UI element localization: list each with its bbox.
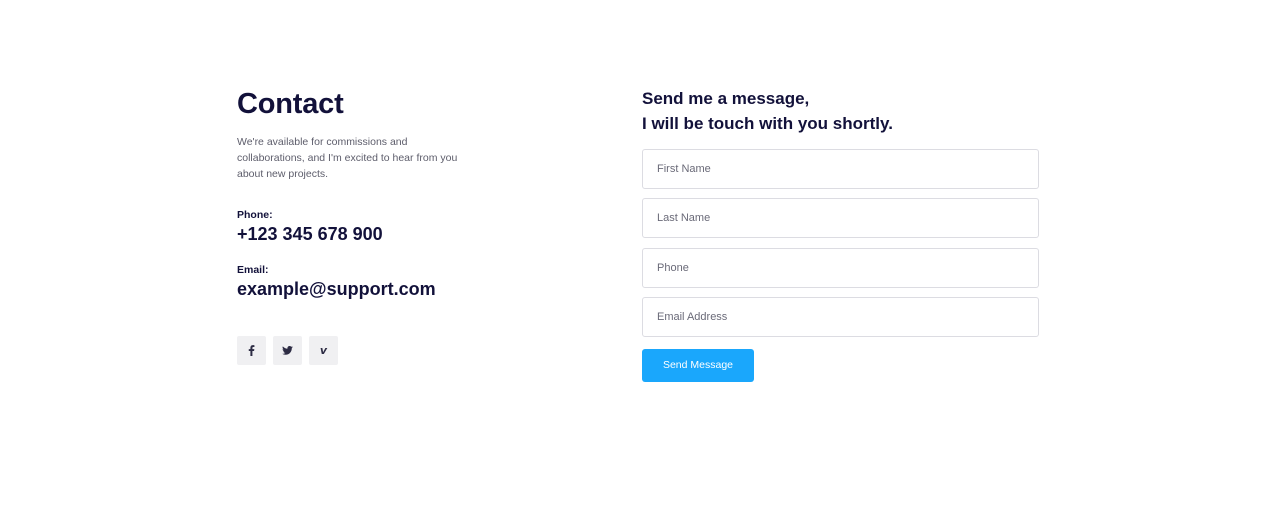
form-heading-line-1: Send me a message, bbox=[642, 89, 810, 108]
contact-description: We're available for commissions and coll… bbox=[237, 136, 458, 180]
facebook-icon bbox=[248, 345, 255, 356]
twitter-button[interactable] bbox=[273, 336, 302, 365]
last-name-field[interactable] bbox=[642, 198, 1039, 239]
phone-value: +123 345 678 900 bbox=[237, 224, 383, 244]
message-form: Send Message bbox=[642, 149, 1039, 382]
vimeo-icon: v bbox=[319, 344, 328, 357]
first-name-field[interactable] bbox=[642, 149, 1039, 189]
facebook-button[interactable] bbox=[237, 336, 266, 365]
message-form-section: Send me a message, I will be touch with … bbox=[642, 87, 1039, 382]
contact-title: Contact bbox=[237, 88, 344, 120]
social-links: v bbox=[237, 336, 477, 365]
form-heading-line-2: I will be touch with you shortly. bbox=[642, 113, 893, 133]
phone-label: Phone: bbox=[237, 209, 273, 221]
contact-info-section: Contact We're available for commissions … bbox=[237, 84, 477, 365]
twitter-icon bbox=[282, 346, 293, 355]
email-value: example@support.com bbox=[237, 279, 436, 299]
vimeo-button[interactable]: v bbox=[309, 336, 338, 365]
phone-field[interactable] bbox=[642, 247, 1039, 288]
contact-page: Contact We're available for commissions … bbox=[0, 0, 1280, 512]
send-message-button[interactable]: Send Message bbox=[642, 348, 754, 382]
form-heading: Send me a message, I will be touch with … bbox=[642, 87, 1039, 136]
email-field[interactable] bbox=[642, 297, 1039, 338]
email-label: Email: bbox=[237, 264, 269, 276]
